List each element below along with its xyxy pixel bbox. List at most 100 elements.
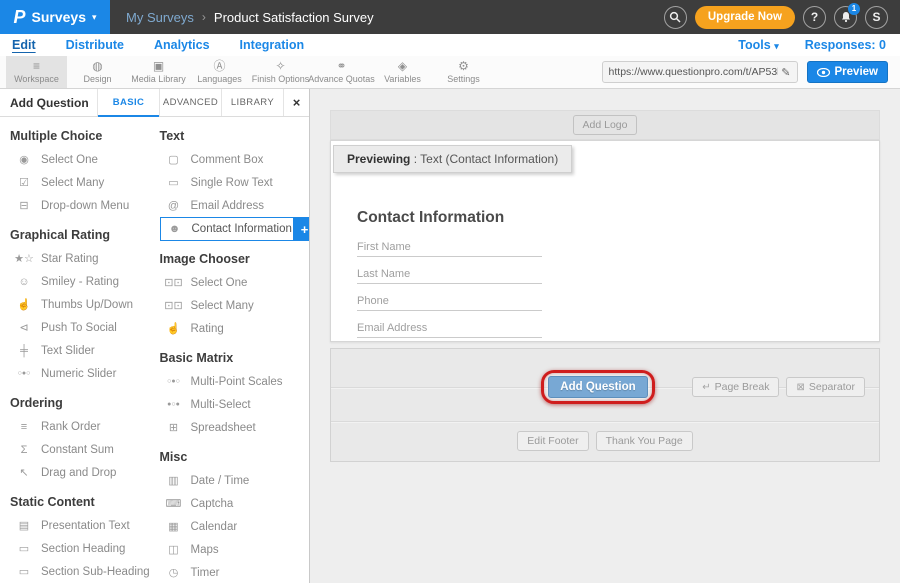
contact-field-phone: Phone — [357, 295, 542, 311]
field-input[interactable]: First Name — [357, 241, 542, 257]
question-type-maps[interactable]: ◫Maps — [160, 538, 310, 561]
field-input[interactable]: Last Name — [357, 268, 542, 284]
notifications-button[interactable]: 1 — [834, 6, 857, 29]
question-type-contact-information[interactable]: ☻Contact Information+ — [160, 217, 294, 241]
question-type-timer[interactable]: ◷Timer — [160, 561, 310, 583]
question-type-smiley-rating[interactable]: ☺Smiley - Rating — [10, 270, 160, 293]
question-type-presentation-text[interactable]: ▤Presentation Text — [10, 514, 160, 537]
tab-analytics[interactable]: Analytics — [154, 38, 210, 52]
search-button[interactable] — [664, 6, 687, 29]
text-slider-icon: ╪ — [14, 345, 34, 357]
tutorial-highlight-ring: Add Question — [541, 370, 654, 404]
question-type-section-sub-heading[interactable]: ▭Section Sub-Heading — [10, 560, 160, 583]
breadcrumb-my-surveys[interactable]: My Surveys — [126, 10, 194, 25]
help-button[interactable]: ? — [803, 6, 826, 29]
preview-button[interactable]: Preview — [807, 61, 888, 83]
question-type-captcha[interactable]: ⌨Captcha — [160, 492, 310, 515]
field-input[interactable]: Phone — [357, 295, 542, 311]
edit-footer-button[interactable]: Edit Footer — [517, 431, 588, 451]
question-type-label: Text Slider — [41, 345, 95, 357]
question-type-date-time[interactable]: ▥Date / Time — [160, 469, 310, 492]
question-type-star-rating[interactable]: ★☆Star Rating — [10, 247, 160, 270]
toolbar-item-label: Settings — [447, 74, 480, 84]
section-title: Graphical Rating — [10, 228, 160, 242]
question-type-label: Drop-down Menu — [41, 200, 129, 212]
responses-link[interactable]: Responses: 0 — [805, 38, 886, 52]
variables-icon: ◈ — [398, 60, 407, 73]
question-type-single-row-text[interactable]: ▭Single Row Text — [160, 171, 310, 194]
question-type-label: Numeric Slider — [41, 368, 116, 380]
panel-column-1: Multiple Choice◉Select One☑Select Many⊟D… — [10, 121, 160, 583]
question-type-rank-order[interactable]: ≡Rank Order — [10, 415, 160, 438]
product-switcher[interactable]: P Surveys ▾ — [0, 0, 110, 34]
question-type-multi-point-scales[interactable]: ○●○Multi-Point Scales — [160, 370, 310, 393]
panel-tab-advanced[interactable]: ADVANCED — [159, 89, 221, 116]
question-type-label: Select Many — [41, 177, 104, 189]
toolbar-item-advance-quotas[interactable]: ⚭Advance Quotas — [311, 56, 372, 88]
panel-tab-basic[interactable]: BASIC — [97, 89, 159, 116]
contact-fields: First Name Last Name Phone Email Address — [357, 241, 879, 338]
thank-you-page-button[interactable]: Thank You Page — [596, 431, 693, 451]
field-input[interactable]: Email Address — [357, 322, 542, 338]
question-type-push-to-social[interactable]: ⊲Push To Social — [10, 316, 160, 339]
question-type-select-one[interactable]: ⊡⊡Select One — [160, 271, 310, 294]
question-type-label: Section Heading — [41, 543, 125, 555]
tab-integration[interactable]: Integration — [240, 38, 305, 52]
question-type-numeric-slider[interactable]: ○●○Numeric Slider — [10, 362, 160, 385]
section-nav: Edit Distribute Analytics Integration Tools… — [0, 34, 900, 56]
question-type-label: Thumbs Up/Down — [41, 299, 133, 311]
section-title: Ordering — [10, 396, 160, 410]
question-type-calendar[interactable]: ▦Calendar — [160, 515, 310, 538]
toolbar-item-workspace[interactable]: ≡Workspace — [6, 56, 67, 88]
dropdown-icon: ⊟ — [14, 199, 34, 212]
toolbar-item-settings[interactable]: ⚙Settings — [433, 56, 494, 88]
question-type-label: Spreadsheet — [191, 422, 256, 434]
tools-menu[interactable]: Tools ▾ — [738, 38, 778, 52]
panel-tab-library[interactable]: LIBRARY — [221, 89, 283, 116]
question-type-comment-box[interactable]: ▢Comment Box — [160, 148, 310, 171]
question-type-thumbs-up-down[interactable]: ☝Thumbs Up/Down — [10, 293, 160, 316]
panel-tabs: BASICADVANCEDLIBRARY — [97, 89, 283, 116]
question-type-constant-sum[interactable]: ΣConstant Sum — [10, 438, 160, 461]
close-panel-button[interactable]: × — [283, 89, 309, 116]
question-type-drop-down-menu[interactable]: ⊟ Drop-down Menu — [10, 194, 160, 217]
add-logo-button[interactable]: Add Logo — [573, 115, 638, 135]
logo-band: Add Logo — [330, 110, 880, 140]
toolbar-item-design[interactable]: ◍Design — [67, 56, 128, 88]
edit-url-icon[interactable]: ✎ — [781, 66, 790, 79]
add-selected-question-button[interactable]: + — [294, 217, 310, 241]
toolbar-item-languages[interactable]: ⒶLanguages — [189, 56, 250, 88]
add-question-button[interactable]: Add Question — [548, 376, 647, 398]
languages-icon: Ⓐ — [213, 60, 225, 73]
section-misc: Misc ▥Date / Time⌨Captcha▦Calendar◫Maps◷T… — [160, 450, 310, 583]
question-type-email-address[interactable]: @Email Address — [160, 194, 310, 217]
question-type-drag-and-drop[interactable]: ↖Drag and Drop — [10, 461, 160, 484]
previewing-tab: Previewing : Text (Contact Information) — [333, 145, 572, 173]
tab-distribute[interactable]: Distribute — [66, 38, 124, 52]
toolbar-right: https://www.questionpro.com/t/AP53kZgUI … — [602, 56, 900, 88]
question-type-section-heading[interactable]: ▭Section Heading — [10, 537, 160, 560]
date-time-icon: ▥ — [164, 474, 184, 487]
top-navbar: P Surveys ▾ My Surveys › Product Satisfa… — [0, 0, 900, 34]
page-break-button[interactable]: ↵ Page Break — [692, 377, 779, 397]
question-type-text-slider[interactable]: ╪ Text Slider — [10, 339, 160, 362]
star-icon: ★☆ — [14, 252, 34, 265]
question-type-select-many[interactable]: ⊡⊡Select Many — [160, 294, 310, 317]
question-type-select-many[interactable]: ☑Select Many — [10, 171, 160, 194]
question-type-spreadsheet[interactable]: ⊞Spreadsheet — [160, 416, 310, 439]
question-type-rating[interactable]: ☝Rating — [160, 317, 310, 340]
contact-field-first-name: First Name — [357, 241, 542, 257]
tab-edit[interactable]: Edit — [12, 38, 36, 52]
section-title: Misc — [160, 450, 310, 464]
separator-button[interactable]: ⊠ Separator — [786, 377, 865, 397]
question-type-multi-select[interactable]: ●○●Multi-Select — [160, 393, 310, 416]
toolbar-item-finish-options[interactable]: ✧Finish Options — [250, 56, 311, 88]
question-type-select-one[interactable]: ◉Select One — [10, 148, 160, 171]
survey-url-field[interactable]: https://www.questionpro.com/t/AP53kZgUI … — [602, 61, 798, 83]
upgrade-now-button[interactable]: Upgrade Now — [695, 6, 795, 29]
avatar[interactable]: S — [865, 6, 888, 29]
toolbar-item-variables[interactable]: ◈Variables — [372, 56, 433, 88]
toolbar-item-media-library[interactable]: ▣Media Library — [128, 56, 189, 88]
settings-icon: ⚙ — [458, 60, 469, 73]
question-type-label: Email Address — [191, 200, 265, 212]
